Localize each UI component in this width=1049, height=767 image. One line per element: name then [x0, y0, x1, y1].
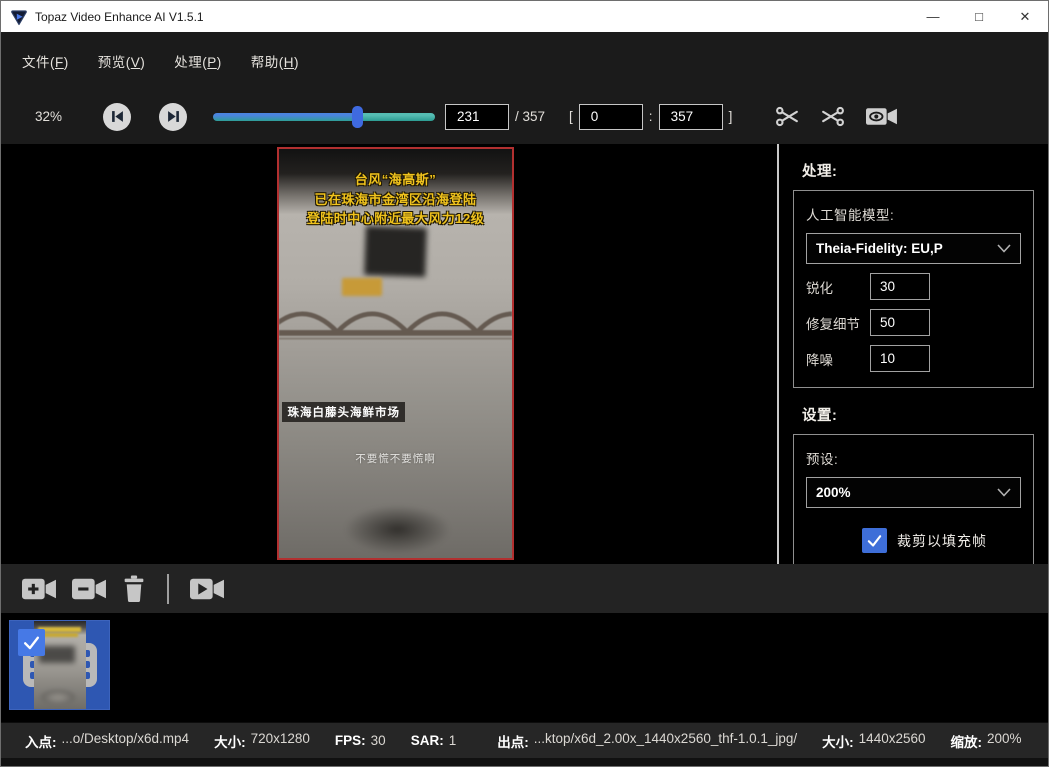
video-location-label: 珠海白藤头海鲜市场: [282, 402, 405, 422]
camera-play-icon: [190, 576, 225, 602]
menu-file[interactable]: 文件(F): [22, 51, 69, 71]
restore-detail-row: 修复细节: [806, 309, 1021, 336]
camera-plus-icon: [22, 576, 57, 602]
playback-toolbar: 32% / 357 [ : ]: [1, 89, 1048, 144]
trim-out-button[interactable]: [819, 104, 846, 129]
slider-track-remaining: [357, 113, 435, 121]
clip-list: [1, 613, 1048, 722]
range-colon: :: [649, 109, 653, 124]
delete-clip-button[interactable]: [122, 575, 146, 602]
menu-preview[interactable]: 预览(V): [98, 51, 146, 71]
denoise-row: 降噪: [806, 345, 1021, 372]
slider-track-elapsed: [213, 113, 357, 121]
window-bottom-filler: [1, 758, 1048, 766]
video-dark-object: [364, 226, 426, 277]
checkmark-icon: [866, 532, 883, 549]
previous-frame-button[interactable]: [103, 103, 131, 131]
crop-to-fill-checkbox[interactable]: [862, 528, 887, 553]
minimize-button[interactable]: —: [910, 1, 956, 32]
range-start-input[interactable]: [579, 104, 643, 130]
ai-model-value: Theia-Fidelity: EU,P: [816, 241, 943, 256]
next-frame-button[interactable]: [159, 103, 187, 131]
status-fps: FPS:30: [335, 733, 386, 748]
preview-pane: 台风“海高斯” 已在珠海市金湾区沿海登陆 登陆时中心附近最大风力12级 珠海白藤…: [1, 144, 779, 564]
crop-to-fill-row: 裁剪以填充帧: [806, 528, 1021, 553]
range-end-input[interactable]: [659, 104, 723, 130]
sharpen-row: 锐化: [806, 273, 1021, 300]
chevron-down-icon: [997, 488, 1011, 497]
preset-value: 200%: [816, 485, 851, 500]
video-preview[interactable]: 台风“海高斯” 已在珠海市金湾区沿海登陆 登陆时中心附近最大风力12级 珠海白藤…: [277, 147, 514, 560]
status-output-size: 大小:1440x2560: [822, 731, 925, 751]
clip-selected-checkbox[interactable]: [18, 629, 45, 656]
scissors-right-icon: [819, 104, 846, 129]
checkmark-icon: [22, 633, 41, 652]
video-overlay-headline: 台风“海高斯” 已在珠海市金湾区沿海登陆 登陆时中心附近最大风力12级: [279, 170, 512, 229]
status-scale: 缩放:200%: [951, 731, 1022, 751]
preview-video-button[interactable]: [866, 104, 899, 129]
main-area: 台风“海高斯” 已在珠海市金湾区沿海登陆 登陆时中心附近最大风力12级 珠海白藤…: [1, 144, 1048, 564]
trash-icon: [122, 575, 146, 602]
status-sar: SAR:1: [411, 733, 457, 748]
range-bracket-open: [: [569, 109, 573, 124]
menu-process[interactable]: 处理(P): [174, 51, 222, 71]
zoom-level-label: 32%: [35, 109, 75, 124]
scissors-left-icon: [774, 104, 801, 129]
timeline-slider[interactable]: [213, 113, 435, 121]
denoise-label: 降噪: [806, 349, 870, 369]
clip-toolbar: [1, 564, 1048, 613]
current-frame-input[interactable]: [445, 104, 509, 130]
status-in-point: 入点:...o/Desktop/x6d.mp4: [25, 731, 189, 751]
slider-handle[interactable]: [352, 106, 363, 128]
settings-panel: 处理: 人工智能模型: Theia-Fidelity: EU,P 锐化 修复细节: [779, 144, 1048, 564]
settings-section-title: 设置:: [802, 404, 1034, 425]
crop-to-fill-label: 裁剪以填充帧: [897, 531, 987, 551]
app-window: Topaz Video Enhance AI V1.5.1 — □ ✕ 文件(F…: [0, 0, 1049, 767]
remove-video-button[interactable]: [72, 576, 107, 602]
video-content: 台风“海高斯” 已在珠海市金湾区沿海登陆 登陆时中心附近最大风力12级 珠海白藤…: [279, 149, 512, 558]
denoise-input[interactable]: [870, 345, 930, 372]
status-bar: 入点:...o/Desktop/x6d.mp4 大小:720x1280 FPS:…: [1, 722, 1048, 758]
camera-eye-icon: [866, 104, 899, 129]
maximize-button[interactable]: □: [956, 1, 1002, 32]
preset-label: 预设:: [806, 448, 1021, 468]
menu-help[interactable]: 帮助(H): [251, 51, 299, 71]
range-bracket-close: ]: [729, 109, 733, 124]
ai-model-group: 人工智能模型: Theia-Fidelity: EU,P 锐化 修复细节 降噪: [793, 190, 1034, 388]
ai-model-dropdown[interactable]: Theia-Fidelity: EU,P: [806, 233, 1021, 264]
frame-total-label: / 357: [515, 109, 545, 124]
video-bridge-silhouette: [279, 294, 512, 347]
window-controls: — □ ✕: [910, 1, 1048, 32]
toolbar-divider: [167, 574, 169, 604]
restore-detail-input[interactable]: [870, 309, 930, 336]
processing-section-title: 处理:: [802, 160, 1034, 181]
title-bar: Topaz Video Enhance AI V1.5.1 — □ ✕: [1, 1, 1048, 32]
clip-item-selected[interactable]: [9, 620, 110, 710]
sharpen-input[interactable]: [870, 273, 930, 300]
preset-dropdown[interactable]: 200%: [806, 477, 1021, 508]
status-input-size: 大小:720x1280: [214, 731, 310, 751]
video-reflection: [344, 505, 451, 554]
add-video-button[interactable]: [22, 576, 57, 602]
menu-bar: 文件(F) 预览(V) 处理(P) 帮助(H): [1, 32, 1048, 89]
skip-back-icon: [111, 110, 124, 123]
status-out-point: 出点:...ktop/x6d_2.00x_1440x2560_thf-1.0.1…: [497, 731, 797, 751]
preset-group: 预设: 200% 裁剪以填充帧: [793, 434, 1034, 574]
ai-model-label: 人工智能模型:: [806, 204, 1021, 224]
chevron-down-icon: [997, 244, 1011, 253]
window-title: Topaz Video Enhance AI V1.5.1: [35, 10, 204, 24]
close-button[interactable]: ✕: [1002, 1, 1048, 32]
restore-detail-label: 修复细节: [806, 313, 870, 333]
process-video-button[interactable]: [190, 576, 225, 602]
app-logo-icon: [10, 8, 28, 26]
sharpen-label: 锐化: [806, 277, 870, 297]
trim-in-button[interactable]: [774, 104, 801, 129]
skip-forward-icon: [167, 110, 180, 123]
video-caption: 不要慌不要慌啊: [279, 451, 512, 466]
camera-minus-icon: [72, 576, 107, 602]
